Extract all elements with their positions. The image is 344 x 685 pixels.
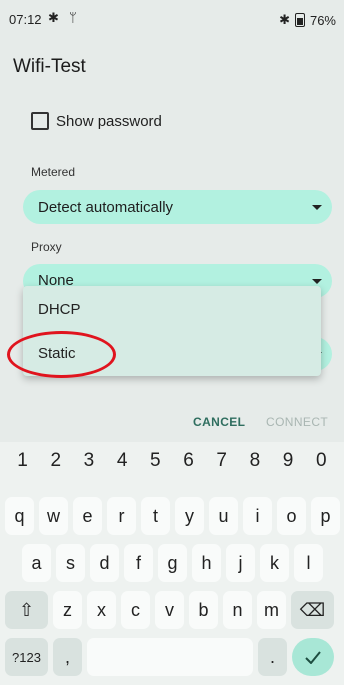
key-c[interactable]: c bbox=[121, 591, 150, 629]
key-d[interactable]: d bbox=[90, 544, 119, 582]
key-v[interactable]: v bbox=[155, 591, 184, 629]
key-9[interactable]: 9 bbox=[283, 450, 294, 480]
dialog-actions: CANCEL CONNECT bbox=[0, 407, 344, 437]
key-j[interactable]: j bbox=[226, 544, 255, 582]
app-header: Wifi-Test bbox=[0, 38, 344, 96]
number-row: 1 2 3 4 5 6 7 8 9 0 bbox=[0, 450, 344, 480]
page-title: Wifi-Test bbox=[13, 56, 86, 77]
battery-percent: 76% bbox=[309, 12, 336, 28]
key-a[interactable]: a bbox=[22, 544, 51, 582]
key-n[interactable]: n bbox=[223, 591, 252, 629]
key-e[interactable]: e bbox=[73, 497, 102, 535]
key-8[interactable]: 8 bbox=[250, 450, 261, 480]
key-l[interactable]: l bbox=[294, 544, 323, 582]
backspace-key-icon[interactable]: ⌫ bbox=[291, 591, 334, 629]
status-right: ✱ 76% bbox=[279, 12, 336, 28]
key-6[interactable]: 6 bbox=[183, 450, 194, 480]
key-i[interactable]: i bbox=[243, 497, 272, 535]
metered-select[interactable]: Detect automatically bbox=[23, 190, 332, 224]
highlight-circle bbox=[7, 331, 116, 378]
comma-key[interactable]: , bbox=[53, 638, 82, 676]
key-5[interactable]: 5 bbox=[150, 450, 161, 480]
key-u[interactable]: u bbox=[209, 497, 238, 535]
status-time: 07:12 bbox=[9, 12, 42, 27]
key-row-4: ?123 , . bbox=[5, 638, 334, 678]
metered-value: Detect automatically bbox=[38, 199, 174, 216]
key-1[interactable]: 1 bbox=[17, 450, 28, 480]
key-z[interactable]: z bbox=[53, 591, 82, 629]
key-b[interactable]: b bbox=[189, 591, 218, 629]
show-password-checkbox[interactable]: Show password bbox=[31, 112, 162, 130]
metered-label: Metered bbox=[31, 165, 76, 179]
key-4[interactable]: 4 bbox=[117, 450, 128, 480]
key-f[interactable]: f bbox=[124, 544, 153, 582]
key-r[interactable]: r bbox=[107, 497, 136, 535]
chevron-down-icon bbox=[312, 205, 322, 210]
key-t[interactable]: t bbox=[141, 497, 170, 535]
key-2[interactable]: 2 bbox=[50, 450, 61, 480]
enter-check-icon[interactable] bbox=[292, 638, 334, 676]
key-y[interactable]: y bbox=[175, 497, 204, 535]
key-row-1: q w e r t y u i o p bbox=[5, 497, 340, 537]
key-w[interactable]: w bbox=[39, 497, 68, 535]
key-p[interactable]: p bbox=[311, 497, 340, 535]
cancel-button[interactable]: CANCEL bbox=[193, 415, 245, 429]
chevron-down-icon bbox=[312, 279, 322, 284]
battery-icon bbox=[294, 13, 305, 27]
usb-icon: ᛘ bbox=[69, 10, 77, 25]
key-s[interactable]: s bbox=[56, 544, 85, 582]
key-q[interactable]: q bbox=[5, 497, 34, 535]
key-row-2: a s d f g h j k l bbox=[22, 544, 323, 584]
key-h[interactable]: h bbox=[192, 544, 221, 582]
key-o[interactable]: o bbox=[277, 497, 306, 535]
period-key[interactable]: . bbox=[258, 638, 287, 676]
checkbox-box-icon[interactable] bbox=[31, 112, 49, 130]
key-7[interactable]: 7 bbox=[216, 450, 227, 480]
show-password-label: Show password bbox=[56, 112, 162, 130]
key-m[interactable]: m bbox=[257, 591, 286, 629]
proxy-label: Proxy bbox=[31, 240, 62, 254]
key-k[interactable]: k bbox=[260, 544, 289, 582]
key-0[interactable]: 0 bbox=[316, 450, 327, 480]
key-g[interactable]: g bbox=[158, 544, 187, 582]
keyboard: 1 2 3 4 5 6 7 8 9 0 q w e r t y u i o p … bbox=[0, 442, 344, 685]
bluetooth-icon: ✱ bbox=[279, 12, 290, 27]
key-row-3: ⇧ z x c v b n m ⌫ bbox=[5, 591, 334, 631]
shift-key-icon[interactable]: ⇧ bbox=[5, 591, 48, 629]
symbols-key[interactable]: ?123 bbox=[5, 638, 48, 676]
key-3[interactable]: 3 bbox=[84, 450, 95, 480]
connect-button[interactable]: CONNECT bbox=[266, 415, 328, 429]
key-x[interactable]: x bbox=[87, 591, 116, 629]
space-key[interactable] bbox=[87, 638, 253, 676]
settings-gear-icon: ✱ bbox=[48, 10, 59, 25]
menu-item-dhcp[interactable]: DHCP bbox=[38, 301, 81, 318]
status-bar: 07:12 ✱ ᛘ ✱ 76% bbox=[0, 0, 344, 38]
